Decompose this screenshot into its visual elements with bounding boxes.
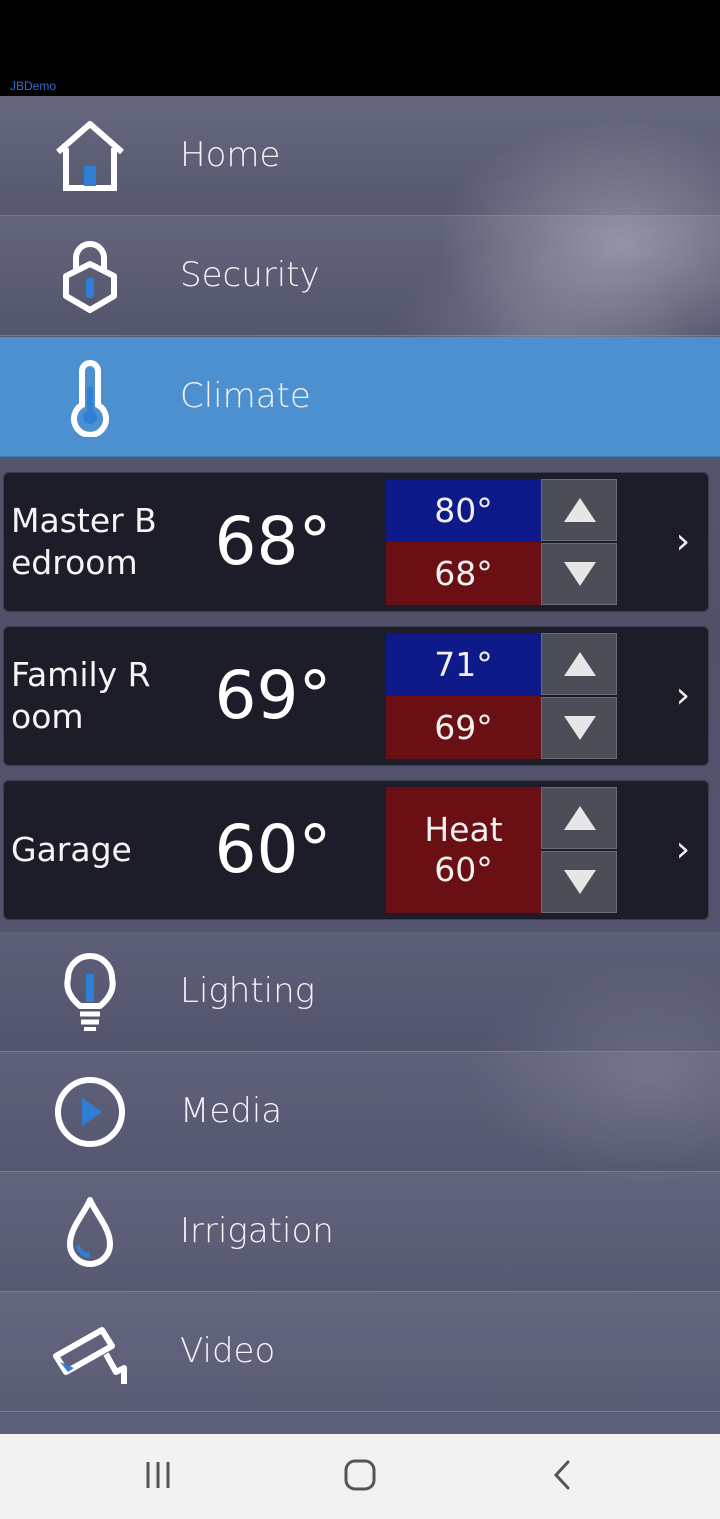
zone-current-temp: 60° xyxy=(214,811,332,888)
nav-label-security: Security xyxy=(180,255,320,295)
zone-card[interactable]: Master Bedroom 68° 80° 68° › xyxy=(3,472,709,612)
decrease-button[interactable] xyxy=(541,543,617,605)
home-icon xyxy=(56,121,124,191)
setpoints: Heat 60° xyxy=(386,787,541,913)
thermometer-icon xyxy=(71,360,109,437)
water-drop-icon xyxy=(67,1197,113,1267)
heat-setpoint: 60° xyxy=(434,850,493,889)
zone-card[interactable]: Garage 60° Heat 60° › xyxy=(3,780,709,920)
lightbulb-icon xyxy=(64,953,116,1031)
nav-label-home: Home xyxy=(180,135,281,175)
arrow-down-icon xyxy=(564,562,596,586)
arrow-down-icon xyxy=(564,716,596,740)
zone-current-temp: 68° xyxy=(214,503,332,580)
zone-name: Family Room xyxy=(11,655,151,736)
chevron-right-icon[interactable]: › xyxy=(663,626,703,766)
nav-label-irrigation: Irrigation xyxy=(180,1211,334,1251)
nav-label-media: Media xyxy=(180,1091,283,1131)
decrease-button[interactable] xyxy=(541,697,617,759)
arrow-up-icon xyxy=(564,498,596,522)
chevron-right-icon[interactable]: › xyxy=(663,780,703,920)
nav-label-video: Video xyxy=(180,1331,276,1371)
nav-item-security[interactable]: Security xyxy=(0,216,720,336)
mode-label: Heat xyxy=(424,810,503,849)
heat-setpoint: 68° xyxy=(386,542,541,605)
arrow-up-icon xyxy=(564,652,596,676)
nav-item-home[interactable]: Home xyxy=(0,96,720,216)
chevron-right-icon[interactable]: › xyxy=(663,472,703,612)
play-icon xyxy=(55,1077,125,1147)
lock-icon xyxy=(63,241,117,313)
camera-icon xyxy=(53,1327,127,1384)
increase-button[interactable] xyxy=(541,633,617,695)
arrow-up-icon xyxy=(564,806,596,830)
system-nav-bar xyxy=(0,1434,720,1519)
increase-button[interactable] xyxy=(541,479,617,541)
app-content: Home Security Climate Master Bedroom 68°… xyxy=(0,96,720,1434)
mode-setpoint: Heat 60° xyxy=(386,787,541,913)
nav-item-climate[interactable]: Climate xyxy=(0,337,720,457)
zone-name: Master Bedroom xyxy=(11,501,157,582)
heat-setpoint: 69° xyxy=(386,696,541,759)
status-bar: JBDemo xyxy=(0,0,720,96)
nav-label-lighting: Lighting xyxy=(180,971,316,1011)
zone-current-temp: 69° xyxy=(214,657,332,734)
nav-item-video[interactable]: Video xyxy=(0,1292,720,1412)
recents-icon[interactable] xyxy=(128,1454,188,1498)
nav-item-lighting[interactable]: Lighting xyxy=(0,932,720,1052)
increase-button[interactable] xyxy=(541,787,617,849)
nav-item-media[interactable]: Media xyxy=(0,1052,720,1172)
decrease-button[interactable] xyxy=(541,851,617,913)
setpoints: 71° 69° xyxy=(386,633,541,759)
app-name: JBDemo xyxy=(10,79,57,93)
zone-name: Garage xyxy=(11,830,132,869)
nav-label-climate: Climate xyxy=(180,376,311,416)
setpoints: 80° 68° xyxy=(386,479,541,605)
zone-card[interactable]: Family Room 69° 71° 69° › xyxy=(3,626,709,766)
nav-item-irrigation[interactable]: Irrigation xyxy=(0,1172,720,1292)
home-circle-icon[interactable] xyxy=(330,1454,390,1498)
back-icon[interactable] xyxy=(532,1454,592,1498)
arrow-down-icon xyxy=(564,870,596,894)
cool-setpoint: 80° xyxy=(386,479,541,542)
cool-setpoint: 71° xyxy=(386,633,541,696)
